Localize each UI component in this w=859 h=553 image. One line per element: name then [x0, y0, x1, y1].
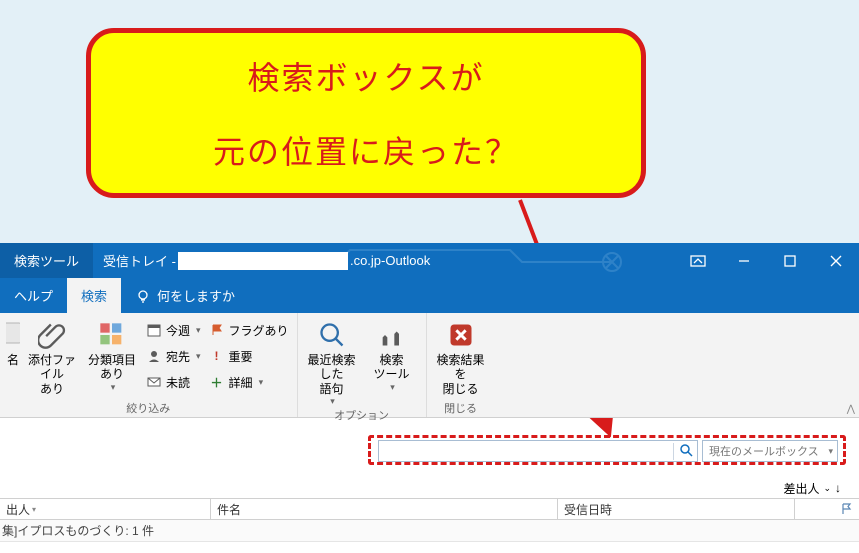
maximize-icon [784, 255, 796, 267]
unread-button[interactable]: 未読 [144, 371, 203, 393]
tab-help-label: ヘルプ [14, 286, 53, 305]
tell-me[interactable]: 何をしますか [121, 278, 249, 313]
column-headers: 出人 ▾ 件名 受信日時 [0, 498, 859, 520]
paperclip-icon [38, 321, 66, 349]
search-box[interactable] [378, 440, 698, 462]
important-label: 重要 [229, 348, 253, 365]
ribbon: 名 添付ファイル あり 分類項目 あり ▾ 今週 ▾ [0, 313, 859, 418]
flagged-label: フラグあり [229, 322, 289, 339]
close-search-label: 検索結果を 閉じる [433, 353, 489, 396]
column-header-subject[interactable]: 件名 [211, 499, 558, 519]
person-icon [146, 348, 162, 364]
message-group-label: 集]イプロスものづくり: 1 件 [2, 522, 154, 539]
categories-icon [98, 321, 126, 349]
column-date-label: 受信日時 [564, 501, 612, 518]
envelope-icon [146, 374, 162, 390]
chevron-down-icon: ▾ [828, 446, 833, 457]
tab-search[interactable]: 検索 [67, 278, 121, 313]
title-domain-suffix: .co.jp [350, 253, 381, 268]
chevron-down-icon: ▾ [390, 382, 395, 393]
unread-label: 未読 [166, 374, 190, 391]
column-subject-label: 件名 [217, 501, 241, 518]
chevron-down-icon: ⌄ [823, 483, 831, 494]
recent-searches-label: 最近検索した 語句 [304, 353, 360, 396]
close-icon [830, 255, 842, 267]
window-titlebar: 検索ツール 受信トレイ - .co.jp - Outlook [0, 243, 859, 278]
chevron-down-icon: ▾ [330, 396, 335, 407]
guide-label: 名 [7, 353, 19, 367]
minimize-icon [738, 255, 750, 267]
more-filters-button[interactable]: ＋ 詳細 ▾ [207, 371, 291, 393]
column-sender-label: 出人 [6, 501, 30, 518]
chevron-down-icon: ▾ [111, 382, 116, 393]
sort-label: 差出人 [783, 480, 819, 497]
categorized-button[interactable]: 分類項目 あり ▾ [84, 317, 140, 393]
search-history-icon [318, 321, 346, 349]
calendar-icon [146, 322, 162, 338]
ribbon-cut-guide-button[interactable]: 名 [6, 317, 20, 367]
magnifier-icon [679, 443, 693, 457]
important-icon: ! [209, 348, 225, 364]
title-app-name: Outlook [385, 253, 430, 268]
close-button[interactable] [813, 243, 859, 278]
this-week-label: 今週 [166, 322, 190, 339]
plus-icon: ＋ [209, 374, 225, 390]
sort-direction-icon[interactable]: ↓ [835, 481, 841, 495]
group-options-label: オプション [304, 407, 420, 423]
search-input[interactable] [379, 444, 673, 458]
sent-to-button[interactable]: 宛先 ▾ [144, 345, 203, 367]
search-scope-dropdown[interactable]: 現在のメールボックス ▾ [702, 440, 838, 462]
maximize-button[interactable] [767, 243, 813, 278]
chevron-down-icon: ▾ [196, 351, 201, 362]
recent-searches-button[interactable]: 最近検索した 語句 ▾ [304, 317, 360, 407]
categorized-label: 分類項目 あり [88, 353, 136, 382]
group-narrow-label: 絞り込み [6, 399, 291, 417]
tell-me-label: 何をしますか [157, 286, 235, 305]
minimize-button[interactable] [721, 243, 767, 278]
contextual-tab-label: 検索ツール [0, 243, 93, 278]
flag-icon [209, 322, 225, 338]
search-tools-button[interactable]: 検索 ツール ▾ [364, 317, 420, 393]
callout-line-1: 検索ボックスが [247, 53, 484, 99]
chevron-down-icon: ▾ [32, 505, 36, 514]
ribbon-display-options-button[interactable] [675, 243, 721, 278]
search-scope-label: 現在のメールボックス [709, 443, 819, 459]
important-button[interactable]: ! 重要 [207, 345, 291, 367]
chevron-down-icon: ▾ [259, 377, 264, 388]
column-header-flag[interactable] [795, 499, 859, 519]
ribbon-options-icon [690, 255, 706, 267]
has-attachment-label: 添付ファイル あり [24, 353, 80, 396]
column-header-date[interactable]: 受信日時 [558, 499, 795, 519]
ribbon-group-options: 最近検索した 語句 ▾ 検索 ツール ▾ オプション [298, 313, 427, 417]
group-close-label: 閉じる [433, 399, 489, 417]
guide-icon [6, 321, 20, 349]
ribbon-group-close: 検索結果を 閉じる 閉じる [427, 313, 495, 417]
message-group-header[interactable]: 集]イプロスものづくり: 1 件 [0, 520, 859, 542]
collapse-ribbon-button[interactable]: ⋀ [847, 404, 855, 415]
tab-search-label: 検索 [81, 286, 107, 305]
chevron-down-icon: ▾ [196, 325, 201, 336]
sent-to-label: 宛先 [166, 348, 190, 365]
close-square-icon [447, 321, 475, 349]
column-header-sender[interactable]: 出人 ▾ [0, 499, 211, 519]
tab-help[interactable]: ヘルプ [0, 278, 67, 313]
has-attachment-button[interactable]: 添付ファイル あり [24, 317, 80, 396]
title-redacted-account [178, 252, 348, 270]
sort-header[interactable]: 差出人 ⌄ ↓ [0, 479, 859, 497]
tools-icon [378, 321, 406, 349]
flag-icon [841, 503, 853, 515]
ribbon-group-narrow: 名 添付ファイル あり 分類項目 あり ▾ 今週 ▾ [0, 313, 298, 417]
search-submit-button[interactable] [673, 443, 697, 460]
callout-bubble: 検索ボックスが 元の位置に戻った？ [86, 28, 646, 198]
lightbulb-icon [135, 288, 151, 304]
search-tools-label: 検索 ツール [374, 353, 410, 382]
close-search-button[interactable]: 検索結果を 閉じる [433, 317, 489, 396]
more-filters-label: 詳細 [229, 374, 253, 391]
window-title: 受信トレイ - .co.jp - Outlook [93, 243, 440, 278]
callout-line-2: 元の位置に戻った？ [213, 127, 519, 173]
title-inbox-label: 受信トレイ - [103, 251, 176, 270]
flagged-button[interactable]: フラグあり [207, 319, 291, 341]
this-week-button[interactable]: 今週 ▾ [144, 319, 203, 341]
ribbon-tabbar: ヘルプ 検索 何をしますか [0, 278, 859, 313]
